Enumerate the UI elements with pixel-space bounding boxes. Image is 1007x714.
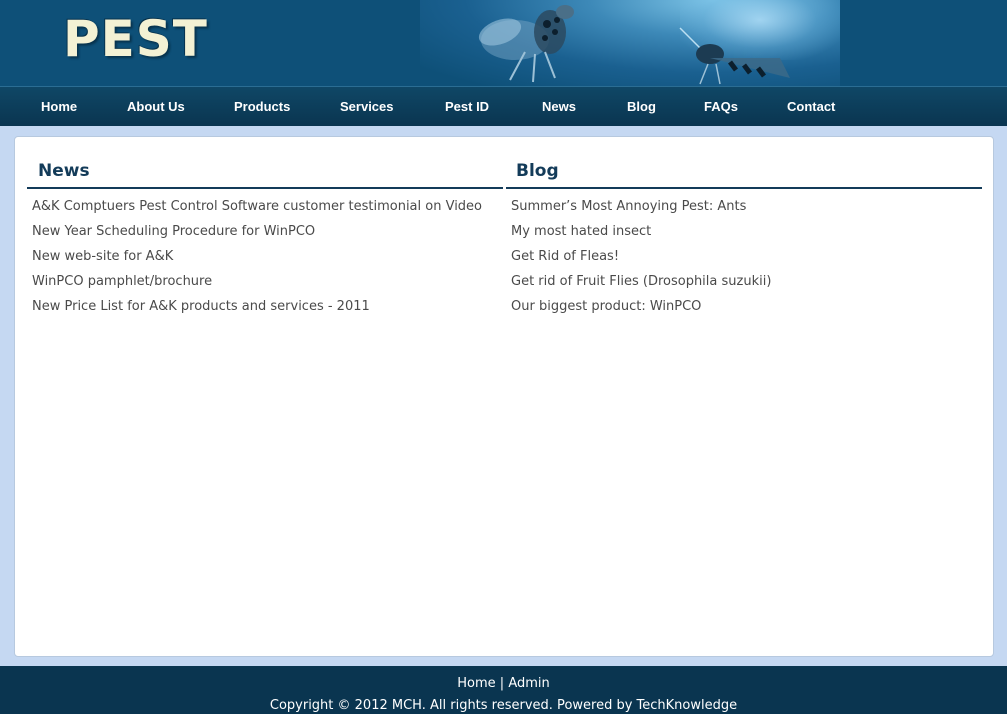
moth-image	[679, 27, 790, 85]
news-item[interactable]: A&K Comptuers Pest Control Software cust…	[32, 199, 503, 224]
content-panel: News A&K Comptuers Pest Control Software…	[14, 136, 994, 657]
footer-links: Home | Admin	[0, 676, 1007, 691]
news-heading: News	[27, 161, 503, 189]
nav-item-faqs[interactable]: FAQs	[704, 99, 738, 114]
site-footer: Home | Admin Copyright © 2012 MCH. All r…	[0, 666, 1007, 714]
fruit-fly-image	[478, 5, 574, 83]
site-logo[interactable]: PEST	[63, 10, 208, 68]
nav-item-blog[interactable]: Blog	[627, 99, 656, 114]
news-section: News A&K Comptuers Pest Control Software…	[27, 161, 503, 324]
footer-copyright: Copyright © 2012 MCH. All rights reserve…	[269, 698, 738, 713]
nav-item-services[interactable]: Services	[340, 99, 394, 114]
news-item[interactable]: New Price List for A&K products and serv…	[32, 299, 503, 324]
blog-item[interactable]: Summer’s Most Annoying Pest: Ants	[511, 199, 982, 224]
footer-link-admin[interactable]: Admin	[508, 676, 549, 691]
blog-item[interactable]: My most hated insect	[511, 224, 982, 249]
nav-item-products[interactable]: Products	[234, 99, 290, 114]
footer-link-home[interactable]: Home	[457, 676, 495, 691]
blog-item[interactable]: Our biggest product: WinPCO	[511, 299, 982, 324]
nav-item-pest-id[interactable]: Pest ID	[445, 99, 489, 114]
news-item[interactable]: New web-site for A&K	[32, 249, 503, 274]
nav-item-news[interactable]: News	[542, 99, 576, 114]
blog-item[interactable]: Get Rid of Fleas!	[511, 249, 982, 274]
nav-item-about-us[interactable]: About Us	[127, 99, 185, 114]
site-header: PEST	[0, 0, 1007, 86]
nav-item-contact[interactable]: Contact	[787, 99, 835, 114]
news-item[interactable]: New Year Scheduling Procedure for WinPCO	[32, 224, 503, 249]
blog-item[interactable]: Get rid of Fruit Flies (Drosophila suzuk…	[511, 274, 982, 299]
main-nav: Home About Us Products Services Pest ID …	[0, 86, 1007, 126]
blog-section: Blog Summer’s Most Annoying Pest: Ants M…	[506, 161, 982, 324]
blog-list: Summer’s Most Annoying Pest: Ants My mos…	[506, 199, 982, 324]
blog-heading: Blog	[506, 161, 982, 189]
news-list: A&K Comptuers Pest Control Software cust…	[27, 199, 503, 324]
footer-separator: |	[499, 676, 505, 691]
news-item[interactable]: WinPCO pamphlet/brochure	[32, 274, 503, 299]
nav-item-home[interactable]: Home	[41, 99, 77, 114]
